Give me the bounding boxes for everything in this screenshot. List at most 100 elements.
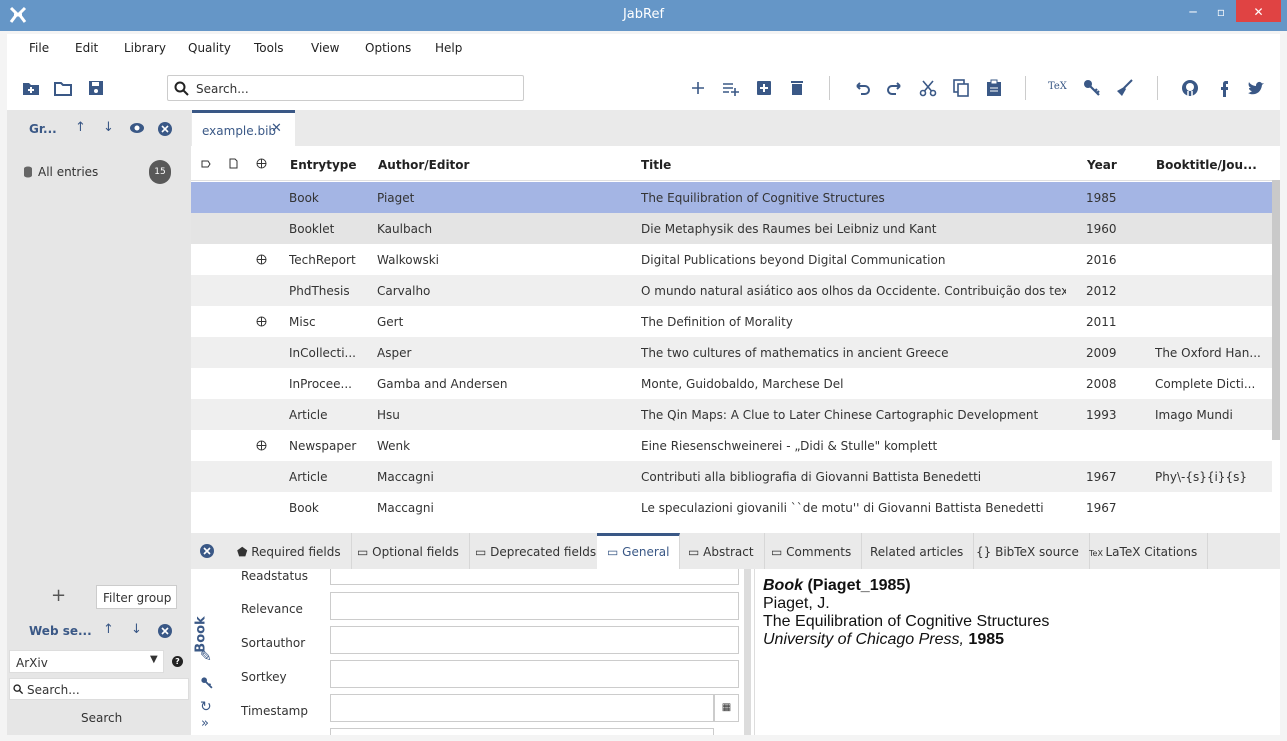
- timestamp-field[interactable]: [330, 694, 714, 722]
- cell-type: Article: [289, 408, 328, 422]
- table-row[interactable]: TechReport Walkowski Digital Publications …: [191, 244, 1272, 275]
- column-author[interactable]: Author/Editor: [378, 158, 469, 172]
- column-year[interactable]: Year: [1087, 158, 1117, 172]
- save-icon[interactable]: [86, 78, 106, 98]
- cleanup-brush-icon[interactable]: [1115, 78, 1135, 98]
- web-move-up-icon[interactable]: ↑: [103, 622, 114, 637]
- table-row[interactable]: InCollecti... Asper The two cultures of ma…: [191, 337, 1272, 368]
- delete-icon[interactable]: [787, 78, 807, 98]
- move-up-icon[interactable]: ↑: [75, 120, 86, 135]
- move-down-icon[interactable]: ↓: [103, 120, 114, 135]
- close-web-search-icon[interactable]: [158, 624, 172, 638]
- refresh-icon[interactable]: ↻: [200, 699, 212, 715]
- table-row[interactable]: PhdThesis Carvalho O mundo natural asiátic…: [191, 275, 1272, 306]
- copy-icon[interactable]: [951, 78, 971, 98]
- url-icon[interactable]: [256, 254, 267, 265]
- table-row[interactable]: Misc Gert The Definition of Morality 2011: [191, 306, 1272, 337]
- table-row[interactable]: Booklet Kaulbach Die Metaphysik des Raumes…: [191, 213, 1272, 244]
- add-plus-box-icon[interactable]: [754, 78, 774, 98]
- file-column-icon[interactable]: [229, 158, 238, 169]
- table-row[interactable]: Article Hsu The Qin Maps: A Clue to Later …: [191, 399, 1272, 430]
- tab-related-articles[interactable]: Related articles: [860, 533, 975, 569]
- readstatus-field[interactable]: [330, 569, 739, 585]
- table-row[interactable]: Article Maccagni Contributi alla bibliogra…: [191, 461, 1272, 492]
- cell-author: Carvalho: [377, 284, 431, 298]
- add-group-icon[interactable]: +: [51, 585, 66, 606]
- edit-pencil-icon[interactable]: ✎: [200, 649, 212, 665]
- tab-optional-fields[interactable]: ▭ Optional fields: [347, 533, 470, 569]
- tab-latex-citations[interactable]: TeX LaTeX Citations: [1079, 533, 1209, 569]
- github-icon[interactable]: [1180, 78, 1200, 98]
- column-entrytype[interactable]: Entrytype: [290, 158, 357, 172]
- tag-outline-icon: ▭: [688, 545, 704, 559]
- table-row[interactable]: Book Maccagni Le speculazioni giovanili ``…: [191, 492, 1272, 523]
- menu-tools[interactable]: Tools: [254, 41, 284, 55]
- global-search-input[interactable]: Search...: [167, 75, 524, 101]
- column-title[interactable]: Title: [641, 158, 671, 172]
- minimize-button[interactable]: ─: [1183, 0, 1203, 24]
- tab-general[interactable]: ▭ General: [597, 533, 681, 569]
- menu-options[interactable]: Options: [365, 41, 411, 55]
- menu-view[interactable]: View: [311, 41, 339, 55]
- web-move-down-icon[interactable]: ↓: [131, 622, 142, 637]
- menu-quality[interactable]: Quality: [188, 41, 231, 55]
- tab-example-bib[interactable]: example.bib ✕: [192, 110, 295, 146]
- twitter-icon[interactable]: [1246, 78, 1266, 98]
- tab-deprecated-fields[interactable]: ▭ Deprecated fields: [465, 533, 608, 569]
- paste-icon[interactable]: [984, 78, 1004, 98]
- fields-scrollbar[interactable]: [744, 569, 751, 735]
- sortkey-field[interactable]: [330, 660, 739, 688]
- help-icon[interactable]: ?: [172, 656, 183, 667]
- table-scrollbar[interactable]: [1272, 180, 1280, 440]
- preview-title: The Equilibration of Cognitive Structure…: [763, 613, 1050, 630]
- add-entry-icon[interactable]: [688, 78, 708, 98]
- close-groups-icon[interactable]: [158, 122, 172, 136]
- cut-icon[interactable]: [918, 78, 938, 98]
- menu-edit[interactable]: Edit: [75, 41, 98, 55]
- latex-icon[interactable]: TeX: [1048, 81, 1068, 101]
- undo-icon[interactable]: [852, 78, 872, 98]
- add-entry-from-id-icon[interactable]: [721, 78, 741, 98]
- cell-type: Book: [289, 191, 319, 205]
- table-header: Entrytype Author/Editor Title Year Bookt…: [191, 146, 1272, 181]
- menu-help[interactable]: Help: [435, 41, 462, 55]
- next-field[interactable]: [330, 728, 714, 735]
- url-icon[interactable]: [256, 316, 267, 327]
- fetcher-select[interactable]: ArXiv ▼: [9, 650, 164, 673]
- close-editor-icon[interactable]: [200, 544, 214, 558]
- redo-icon[interactable]: [885, 78, 905, 98]
- facebook-icon[interactable]: [1213, 78, 1233, 98]
- filter-groups-input[interactable]: Filter group: [96, 585, 177, 609]
- table-row[interactable]: Book Piaget The Equilibration of Cognitive…: [191, 182, 1272, 213]
- group-marker-icon[interactable]: [201, 160, 211, 168]
- sortauthor-field[interactable]: [330, 626, 739, 654]
- menu-library[interactable]: Library: [124, 41, 166, 55]
- close-tab-icon[interactable]: ✕: [271, 121, 282, 136]
- key-icon[interactable]: [200, 676, 214, 690]
- expand-icon[interactable]: »: [201, 716, 209, 731]
- new-library-icon[interactable]: [21, 78, 41, 98]
- calendar-icon[interactable]: ▦: [714, 694, 739, 722]
- tab-bibtex-source[interactable]: {} BibTeX source: [966, 533, 1090, 569]
- field-label: Relevance: [241, 602, 303, 616]
- url-icon[interactable]: [256, 440, 267, 451]
- maximize-button[interactable]: ▫: [1211, 0, 1231, 24]
- eye-icon[interactable]: [129, 122, 145, 134]
- all-entries-item[interactable]: All entries: [38, 165, 98, 179]
- close-window-button[interactable]: ✕: [1236, 0, 1281, 22]
- tab-comments[interactable]: ▭ Comments: [761, 533, 863, 569]
- tab-required-fields[interactable]: ⬟ Required fields: [227, 533, 352, 569]
- table-row[interactable]: Newspaper Wenk Eine Riesenschweinerei - „D…: [191, 430, 1272, 461]
- menu-file[interactable]: File: [29, 41, 49, 55]
- cell-author: Maccagni: [377, 470, 434, 484]
- tab-abstract[interactable]: ▭ Abstract: [678, 533, 765, 569]
- open-folder-icon[interactable]: [53, 78, 73, 98]
- web-search-button[interactable]: Search: [81, 711, 122, 725]
- url-column-icon[interactable]: [256, 158, 267, 169]
- web-search-input[interactable]: Search...: [9, 678, 189, 700]
- relevance-field[interactable]: [330, 592, 739, 620]
- column-booktitle[interactable]: Booktitle/Jou...: [1156, 158, 1257, 172]
- key-icon[interactable]: [1082, 78, 1102, 98]
- entry-table: Entrytype Author/Editor Title Year Bookt…: [191, 146, 1280, 533]
- table-row[interactable]: InProcee... Gamba and Andersen Monte, Guid…: [191, 368, 1272, 399]
